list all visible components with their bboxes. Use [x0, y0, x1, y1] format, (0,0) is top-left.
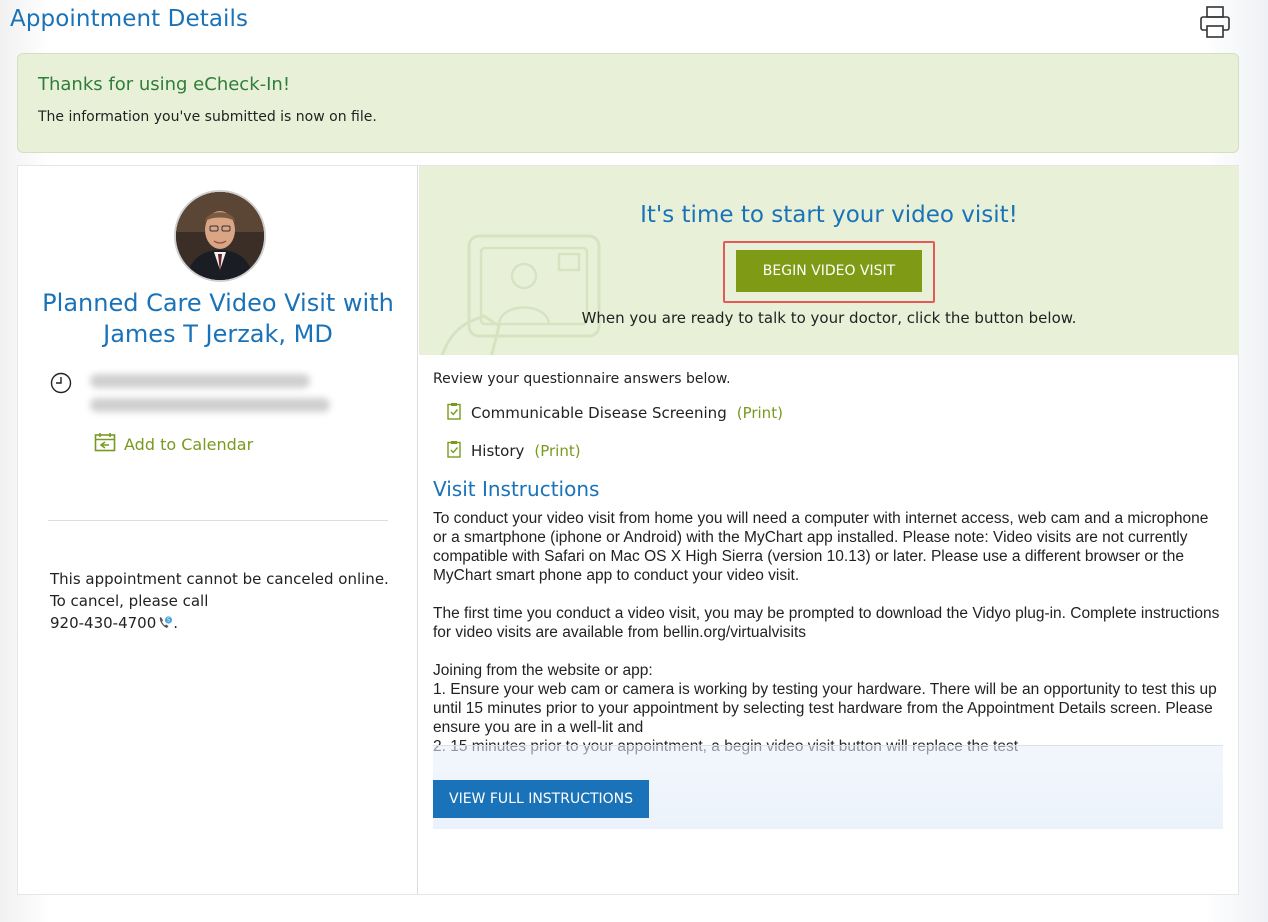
clock-icon [50, 372, 72, 394]
video-visit-panel: It's time to start your video visit! BEG… [419, 166, 1239, 355]
visit-title: Planned Care Video Visit with James T Je… [42, 289, 394, 348]
clipboard-check-icon [447, 402, 461, 424]
svg-text:S: S [167, 618, 170, 624]
begin-video-highlight: BEGIN VIDEO VISIT [723, 241, 935, 303]
printer-icon[interactable] [1198, 4, 1232, 42]
cancel-notice: This appointment cannot be canceled onli… [50, 568, 400, 637]
instructions-paragraph: The first time you conduct a video visit… [433, 605, 1220, 641]
success-banner: Thanks for using eCheck-In! The informat… [17, 53, 1239, 153]
print-questionnaire-link[interactable]: (Print) [534, 442, 580, 460]
visit-details: Review your questionnaire answers below.… [433, 371, 1223, 829]
questionnaire-intro: Review your questionnaire answers below. [433, 371, 731, 387]
print-questionnaire-link[interactable]: (Print) [737, 404, 783, 422]
video-visit-subtext: When you are ready to talk to your docto… [581, 309, 1077, 327]
page-title: Appointment Details [10, 6, 249, 32]
instructions-step: 1. Ensure your web cam or camera is work… [433, 681, 1217, 736]
clipboard-check-icon [447, 440, 461, 462]
questionnaire-label: Communicable Disease Screening [471, 404, 727, 422]
banner-text: The information you've submitted is now … [38, 109, 377, 125]
instructions-paragraph: To conduct your video visit from home yo… [433, 510, 1209, 584]
instructions-fade-overlay: VIEW FULL INSTRUCTIONS [433, 745, 1223, 829]
appointment-date-redacted [90, 374, 310, 388]
phone-link[interactable]: 920-430-4700 S [50, 614, 173, 632]
instructions-join-heading: Joining from the website or app: [433, 662, 653, 679]
questionnaire-item: Communicable Disease Screening (Print) [447, 401, 1223, 425]
appointment-summary: Planned Care Video Visit with James T Je… [18, 166, 418, 894]
appointment-time-redacted [90, 398, 330, 412]
view-full-instructions-button[interactable]: VIEW FULL INSTRUCTIONS [433, 780, 650, 818]
visit-instructions-heading: Visit Instructions [433, 477, 600, 501]
section-divider [48, 520, 388, 521]
phone-number: 920-430-4700 [50, 614, 157, 632]
begin-video-visit-button[interactable]: BEGIN VIDEO VISIT [736, 250, 922, 292]
banner-title: Thanks for using eCheck-In! [38, 74, 291, 95]
video-visit-illustration [429, 226, 629, 355]
appointment-card: Planned Care Video Visit with James T Je… [17, 165, 1239, 895]
calendar-icon [94, 432, 116, 456]
questionnaire-item: History (Print) [447, 439, 1223, 463]
video-visit-heading: It's time to start your video visit! [640, 202, 1018, 228]
add-to-calendar-link[interactable]: Add to Calendar [94, 432, 253, 456]
doctor-avatar [174, 190, 266, 282]
instructions-body: To conduct your video visit from home yo… [433, 509, 1223, 756]
instructions-container: To conduct your video visit from home yo… [433, 509, 1223, 829]
phone-icon: S [157, 615, 173, 637]
questionnaire-label: History [471, 442, 525, 460]
add-to-calendar-label: Add to Calendar [124, 434, 254, 454]
cancel-notice-text: This appointment cannot be canceled onli… [50, 570, 389, 610]
phone-suffix: . [173, 614, 179, 632]
